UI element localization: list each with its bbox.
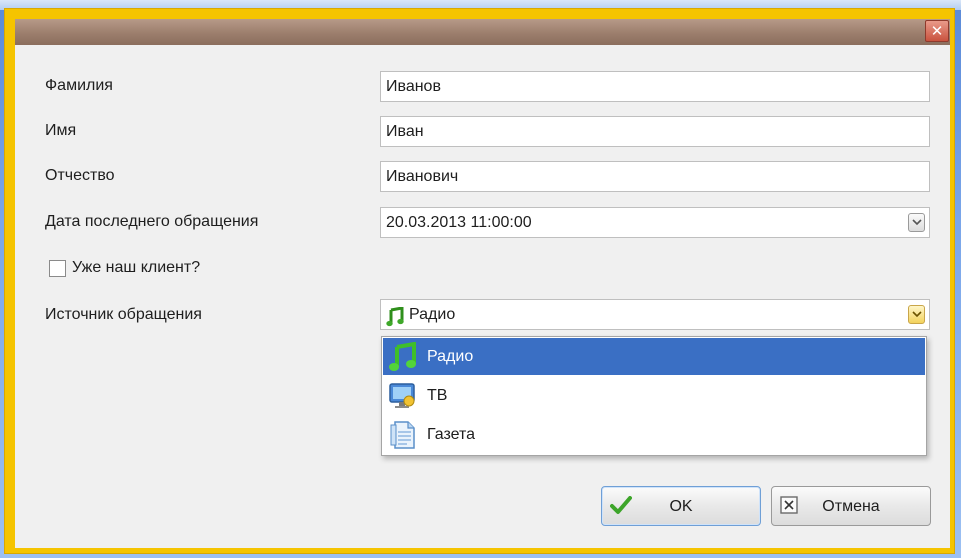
- cancel-button[interactable]: Отмена: [771, 486, 931, 526]
- chevron-down-icon: [912, 311, 922, 318]
- chevron-down-icon: [912, 219, 922, 226]
- source-option-newspaper[interactable]: Газета: [383, 416, 925, 453]
- tv-icon: [389, 382, 415, 408]
- close-button[interactable]: ✕: [925, 20, 949, 42]
- music-note-icon: [386, 306, 404, 326]
- last-contact-date-picker[interactable]: 20.03.2013 11:00:00: [380, 207, 930, 238]
- source-option-label: ТВ: [427, 386, 448, 404]
- first-name-field[interactable]: Иван: [380, 116, 930, 147]
- cancel-button-label: Отмена: [822, 498, 880, 515]
- patronymic-label: Отчество: [45, 167, 115, 184]
- source-combobox[interactable]: Радио: [380, 299, 930, 330]
- ok-button[interactable]: OK: [601, 486, 761, 526]
- source-option-label: Газета: [427, 425, 476, 443]
- ok-button-label: OK: [669, 498, 693, 515]
- existing-client-label: Уже наш клиент?: [72, 259, 201, 276]
- patronymic-field[interactable]: Иванович: [380, 161, 930, 192]
- last-contact-date-value: 20.03.2013 11:00:00: [386, 214, 532, 231]
- existing-client-checkbox[interactable]: [49, 259, 66, 277]
- source-selected-text: Радио: [409, 306, 456, 323]
- newspaper-icon: [390, 420, 415, 449]
- close-icon: ✕: [930, 22, 944, 40]
- source-option-tv[interactable]: ТВ: [383, 377, 925, 414]
- source-combo-value: Радио: [386, 300, 929, 329]
- source-option-radio[interactable]: Радио: [383, 338, 925, 375]
- client-dialog: ✕ Фамилия Иванов Имя Иван Отчество Ивано…: [15, 19, 950, 548]
- last-name-label: Фамилия: [45, 77, 113, 94]
- last-contact-date-label: Дата последнего обращения: [45, 213, 259, 230]
- existing-client-checkbox-row[interactable]: Уже наш клиент?: [49, 257, 200, 279]
- date-dropdown-button[interactable]: [908, 213, 925, 232]
- first-name-label: Имя: [45, 122, 77, 139]
- music-note-icon: [389, 341, 416, 371]
- source-dropdown-button[interactable]: [908, 305, 925, 324]
- dialog-titlebar: ✕: [15, 19, 950, 45]
- source-label: Источник обращения: [45, 306, 202, 323]
- source-dropdown-list: Радио ТВ Газета: [381, 336, 927, 456]
- last-name-field[interactable]: Иванов: [380, 71, 930, 102]
- source-option-label: Радио: [427, 347, 474, 365]
